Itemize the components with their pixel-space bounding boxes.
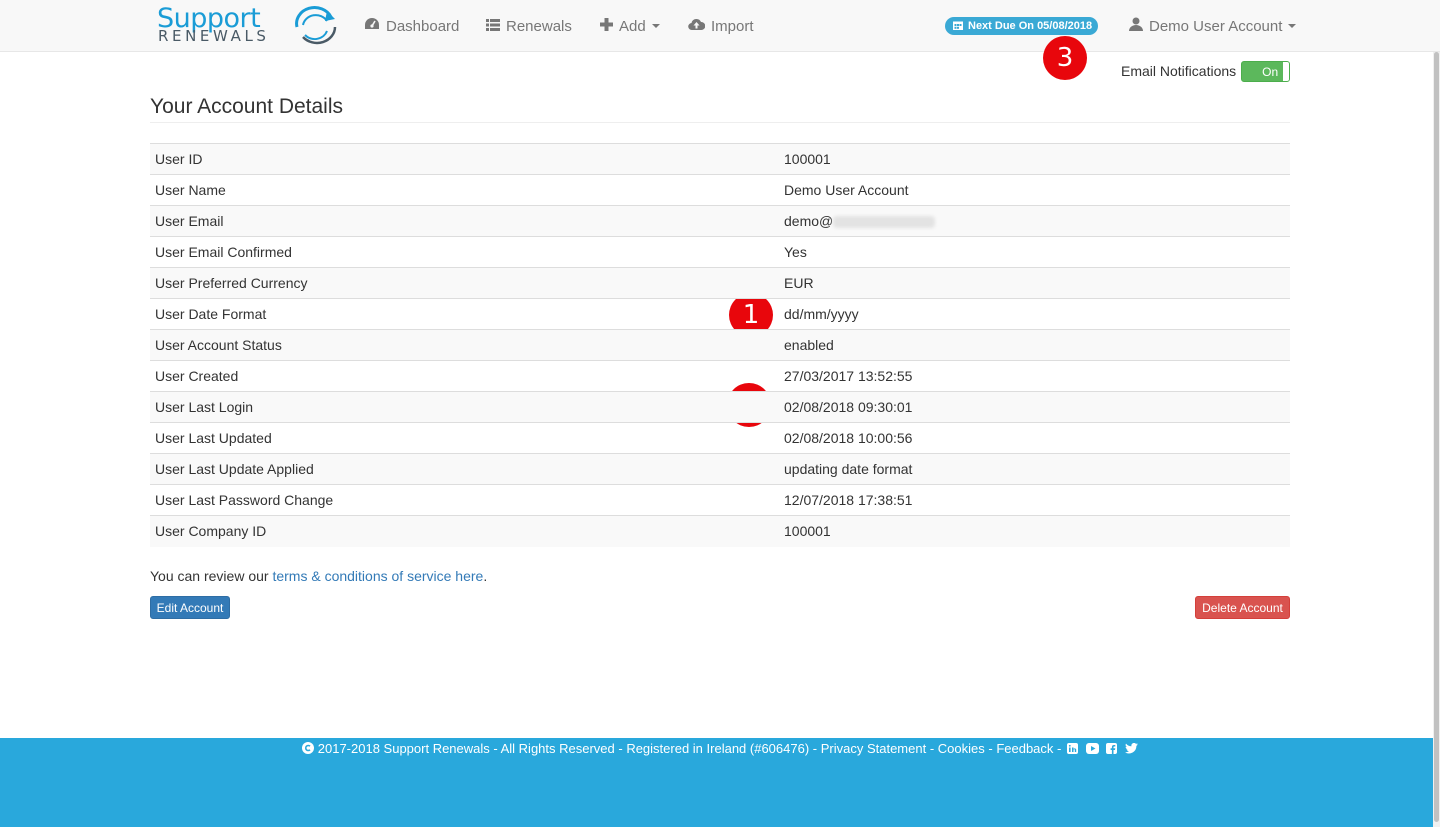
footer-line: 2017-2018 Support Renewals - All Rights … — [0, 741, 1440, 756]
row-key: User Company ID — [150, 515, 779, 547]
cloud-upload-icon — [688, 18, 706, 35]
next-due-badge[interactable]: Next Due On 05/08/2018 — [945, 17, 1099, 35]
nav-renewals-label: Renewals — [506, 17, 572, 35]
plus-icon — [600, 17, 613, 35]
dashboard-icon — [364, 17, 380, 35]
nav-dashboard[interactable]: Dashboard — [364, 16, 459, 36]
table-row: User Last Login 02/08/2018 09:30:01 — [150, 391, 1290, 423]
row-key: User Account Status — [150, 329, 779, 361]
user-icon — [1129, 17, 1143, 35]
row-key: User Date Format — [150, 298, 779, 330]
row-value: 02/08/2018 09:30:01 — [779, 391, 1290, 423]
table-row: User Last Update Applied updating date fo… — [150, 453, 1290, 485]
account-details-table: User ID 100001 User Name Demo User Account… — [150, 143, 1290, 547]
row-value: 100001 — [779, 515, 1290, 547]
table-row: User Date Format dd/mm/yyyy — [150, 298, 1290, 330]
table-row: User ID 100001 — [150, 143, 1290, 175]
chevron-down-icon — [1288, 24, 1297, 28]
facebook-icon[interactable] — [1106, 743, 1118, 754]
scrollbar-thumb[interactable] — [1434, 52, 1439, 822]
row-value: Demo User Account — [779, 174, 1290, 206]
page-scrollbar[interactable] — [1433, 52, 1440, 827]
footer-copyright: 2017-2018 Support Renewals - All Rights … — [317, 741, 821, 756]
row-value: 100001 — [779, 143, 1290, 175]
renew-arrows-icon — [295, 6, 337, 45]
terms-link[interactable]: terms & conditions of service here — [272, 568, 483, 584]
table-row: User Email demo@ — [150, 205, 1290, 237]
row-value: EUR — [779, 267, 1290, 299]
cookies-link[interactable]: Cookies — [938, 741, 985, 756]
nav-add-label: Add — [619, 17, 646, 35]
chevron-down-icon — [651, 24, 660, 28]
feedback-link[interactable]: Feedback — [996, 741, 1053, 756]
toggle-state-text: On — [1262, 64, 1279, 79]
table-row: User Last Password Change 12/07/2018 17:3… — [150, 484, 1290, 516]
page-title: Your Account Details — [150, 95, 344, 118]
twitter-icon[interactable] — [1123, 741, 1138, 756]
row-key: User Last Update Applied — [150, 453, 779, 485]
row-key: User ID — [150, 143, 779, 175]
table-row: User Company ID 100001 — [150, 515, 1290, 547]
row-key: User Preferred Currency — [150, 267, 779, 299]
toggle-knob[interactable] — [1283, 61, 1290, 81]
row-value: updating date format — [779, 453, 1290, 485]
calendar-icon — [953, 20, 963, 33]
row-value: 02/08/2018 10:00:56 — [779, 422, 1290, 454]
row-key: User Last Login — [150, 391, 779, 423]
youtube-icon[interactable] — [1085, 743, 1099, 754]
nav-import[interactable]: Import — [688, 16, 754, 36]
row-key: User Created — [150, 360, 779, 392]
nav-import-label: Import — [711, 17, 754, 35]
row-key: User Last Updated — [150, 422, 779, 454]
row-value-email: demo@ — [779, 205, 1290, 237]
row-key: User Last Password Change — [150, 484, 779, 516]
footer-sep: - — [926, 741, 938, 756]
delete-account-button[interactable]: Delete Account — [1195, 596, 1290, 619]
table-row: User Account Status enabled — [150, 329, 1290, 361]
email-notifications-label: Email Notifications — [1121, 63, 1237, 79]
linkedin-icon[interactable] — [1066, 743, 1078, 754]
edit-account-button[interactable]: Edit Account — [150, 596, 230, 619]
row-value: 27/03/2017 13:52:55 — [779, 360, 1290, 392]
table-row: User Name Demo User Account — [150, 174, 1290, 206]
brand-logo[interactable]: Support RENEWALS — [157, 3, 342, 47]
table-row: User Preferred Currency EUR — [150, 267, 1290, 299]
copyright-icon — [302, 741, 315, 756]
review-prefix: You can review our — [150, 568, 273, 584]
row-value: dd/mm/yyyy — [779, 298, 1290, 330]
user-menu-label: Demo User Account — [1149, 17, 1283, 35]
terms-review-text: You can review our terms & conditions of… — [150, 568, 487, 584]
footer-sep: - — [984, 741, 997, 756]
review-suffix: . — [483, 568, 488, 584]
privacy-link[interactable]: Privacy Statement — [821, 741, 927, 756]
nav-add-dropdown[interactable]: Add — [600, 16, 660, 36]
row-value: 12/07/2018 17:38:51 — [779, 484, 1290, 516]
row-value: enabled — [779, 329, 1290, 361]
table-row: User Email Confirmed Yes — [150, 236, 1290, 268]
email-notifications-toggle[interactable]: On — [1241, 60, 1291, 82]
nav-renewals[interactable]: Renewals — [486, 16, 572, 36]
brand-word-renewals: RENEWALS — [158, 27, 270, 45]
list-icon — [486, 18, 500, 35]
user-menu-dropdown[interactable]: Demo User Account — [1129, 16, 1297, 36]
nav-dashboard-label: Dashboard — [386, 17, 460, 35]
blurred-email-domain — [833, 216, 936, 229]
footer-sep: - — [1053, 741, 1065, 756]
email-visible-part: demo@ — [784, 213, 834, 229]
row-value: Yes — [779, 236, 1290, 268]
table-row: User Created 27/03/2017 13:52:55 — [150, 360, 1290, 392]
table-row: User Last Updated 02/08/2018 10:00:56 — [150, 422, 1290, 454]
title-divider — [150, 122, 1290, 123]
navbar: Support RENEWALS Dashboard Renewals Add — [0, 0, 1440, 52]
next-due-text: Next Due On 05/08/2018 — [968, 20, 1093, 32]
row-key: User Email Confirmed — [150, 236, 779, 268]
row-key: User Name — [150, 174, 779, 206]
row-key: User Email — [150, 205, 779, 237]
annotation-marker-3: 3 — [1043, 36, 1087, 80]
footer: 2017-2018 Support Renewals - All Rights … — [0, 738, 1440, 827]
email-notifications: Email Notifications On — [1121, 60, 1291, 82]
